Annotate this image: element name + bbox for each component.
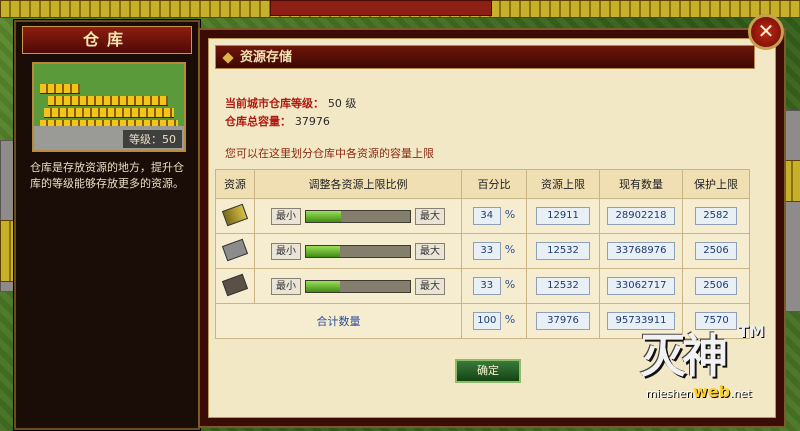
resource-table: 资源 调整各资源上限比例 百分比 资源上限 现有数量 保护上限 最小 最大 34…: [215, 169, 750, 339]
percent-sign: %: [504, 243, 516, 256]
total-label-cell: 合计数量: [215, 303, 462, 339]
total-percent-cell: 100%: [461, 303, 527, 339]
col-percent: 百分比: [461, 169, 527, 199]
city-level-info: 当前城市仓库等级： 50 级: [225, 95, 356, 111]
protect-value: 2582: [695, 207, 737, 225]
col-protect: 保护上限: [682, 169, 750, 199]
max-button[interactable]: 最大: [415, 242, 445, 260]
total-limit-cell: 37976: [526, 303, 600, 339]
max-button[interactable]: 最大: [415, 277, 445, 295]
limit-value: 12532: [536, 277, 590, 295]
protect-value: 2506: [695, 242, 737, 260]
game-logo-watermark: 灭神 TM mieshenweb.net: [640, 320, 790, 410]
ratio-slider[interactable]: [305, 244, 411, 258]
dialog-title: 资源存储: [240, 50, 293, 65]
capacity-value: 37976: [294, 115, 330, 128]
table-row: 最小 最大 34% 12911 28902218 2582: [215, 198, 750, 234]
col-resource: 资源: [215, 169, 255, 199]
roof-tile: [40, 84, 80, 94]
current-cell: 28902218: [599, 198, 683, 234]
percent-input[interactable]: 33: [472, 277, 501, 295]
table-header-row: 资源 调整各资源上限比例 百分比 资源上限 现有数量 保护上限: [215, 169, 750, 199]
logo-text: 灭神: [640, 329, 728, 383]
percent-cell: 33%: [461, 268, 527, 304]
building-level: 等级：50: [123, 130, 182, 148]
percent-cell: 34%: [461, 198, 527, 234]
resource-cell: [215, 233, 255, 269]
slider-fill: [306, 280, 341, 292]
percent-cell: 33%: [461, 233, 527, 269]
table-row: 最小 最大 33% 12532 33062717 2506: [215, 268, 750, 304]
palace-gate: [270, 0, 492, 16]
site-url: mieshenweb.net: [646, 382, 752, 401]
dialog-header: 资源存储: [215, 45, 755, 69]
col-limit: 资源上限: [526, 169, 600, 199]
close-icon: ✕: [757, 19, 775, 43]
stone-icon: [221, 238, 249, 261]
roof-tile: [48, 96, 168, 106]
site-pre: mieshen: [646, 387, 693, 400]
slider-fill: [306, 210, 342, 222]
slider-fill: [306, 245, 341, 257]
limit-value: 12532: [536, 242, 590, 260]
diamond-icon: [222, 52, 234, 64]
building-description: 仓库是存放资源的地方，提升仓库的等级能够存放更多的资源。: [30, 161, 184, 190]
slider-cell: 最小 最大: [254, 268, 462, 304]
warehouse-image: 等级：50: [32, 62, 186, 152]
limit-cell: 12532: [526, 268, 600, 304]
percent-sign: %: [504, 313, 516, 326]
table-row: 最小 最大 33% 12532 33768976 2506: [215, 233, 750, 269]
ratio-slider[interactable]: [305, 279, 411, 293]
capacity-label: 仓库总容量：: [225, 115, 291, 128]
capacity-info: 仓库总容量： 37976: [225, 113, 330, 129]
limit-value: 12911: [536, 207, 590, 225]
min-button[interactable]: 最小: [271, 242, 301, 260]
min-button[interactable]: 最小: [271, 277, 301, 295]
confirm-button[interactable]: 确定: [455, 359, 521, 383]
total-label: 合计数量: [316, 315, 361, 328]
building-info-panel: 仓库 等级：50 仓库是存放资源的地方，提升仓库的等级能够存放更多的资源。: [14, 20, 200, 430]
building-title: 仓库: [22, 26, 192, 54]
protect-cell: 2582: [682, 198, 750, 234]
total-percent: 100: [472, 312, 501, 330]
current-cell: 33062717: [599, 268, 683, 304]
percent-sign: %: [504, 208, 516, 221]
close-button[interactable]: ✕: [748, 14, 784, 50]
wood-icon: [221, 203, 249, 226]
limit-cell: 12911: [526, 198, 600, 234]
limit-cell: 12532: [526, 233, 600, 269]
city-level-label: 当前城市仓库等级：: [225, 97, 324, 110]
protect-value: 2506: [695, 277, 737, 295]
city-level-value: 50 级: [327, 97, 357, 110]
roof-tile: [44, 108, 174, 118]
protect-cell: 2506: [682, 268, 750, 304]
ratio-slider[interactable]: [305, 209, 411, 223]
protect-cell: 2506: [682, 233, 750, 269]
resource-cell: [215, 198, 255, 234]
percent-input[interactable]: 34: [472, 207, 501, 225]
current-value: 33062717: [607, 277, 675, 295]
current-cell: 33768976: [599, 233, 683, 269]
slider-cell: 最小 最大: [254, 198, 462, 234]
current-value: 28902218: [607, 207, 675, 225]
percent-sign: %: [504, 278, 516, 291]
total-limit: 37976: [536, 312, 590, 330]
site-post: .net: [730, 387, 752, 400]
col-current: 现有数量: [599, 169, 683, 199]
percent-input[interactable]: 33: [472, 242, 501, 260]
max-button[interactable]: 最大: [415, 207, 445, 225]
trademark-mark: TM: [738, 322, 765, 341]
resource-cell: [215, 268, 255, 304]
site-web: web: [692, 382, 731, 401]
current-value: 33768976: [607, 242, 675, 260]
slider-cell: 最小 最大: [254, 233, 462, 269]
min-button[interactable]: 最小: [271, 207, 301, 225]
col-adjust: 调整各资源上限比例: [254, 169, 462, 199]
allocation-hint: 您可以在这里划分仓库中各资源的容量上限: [225, 147, 434, 160]
iron-icon: [221, 273, 249, 296]
